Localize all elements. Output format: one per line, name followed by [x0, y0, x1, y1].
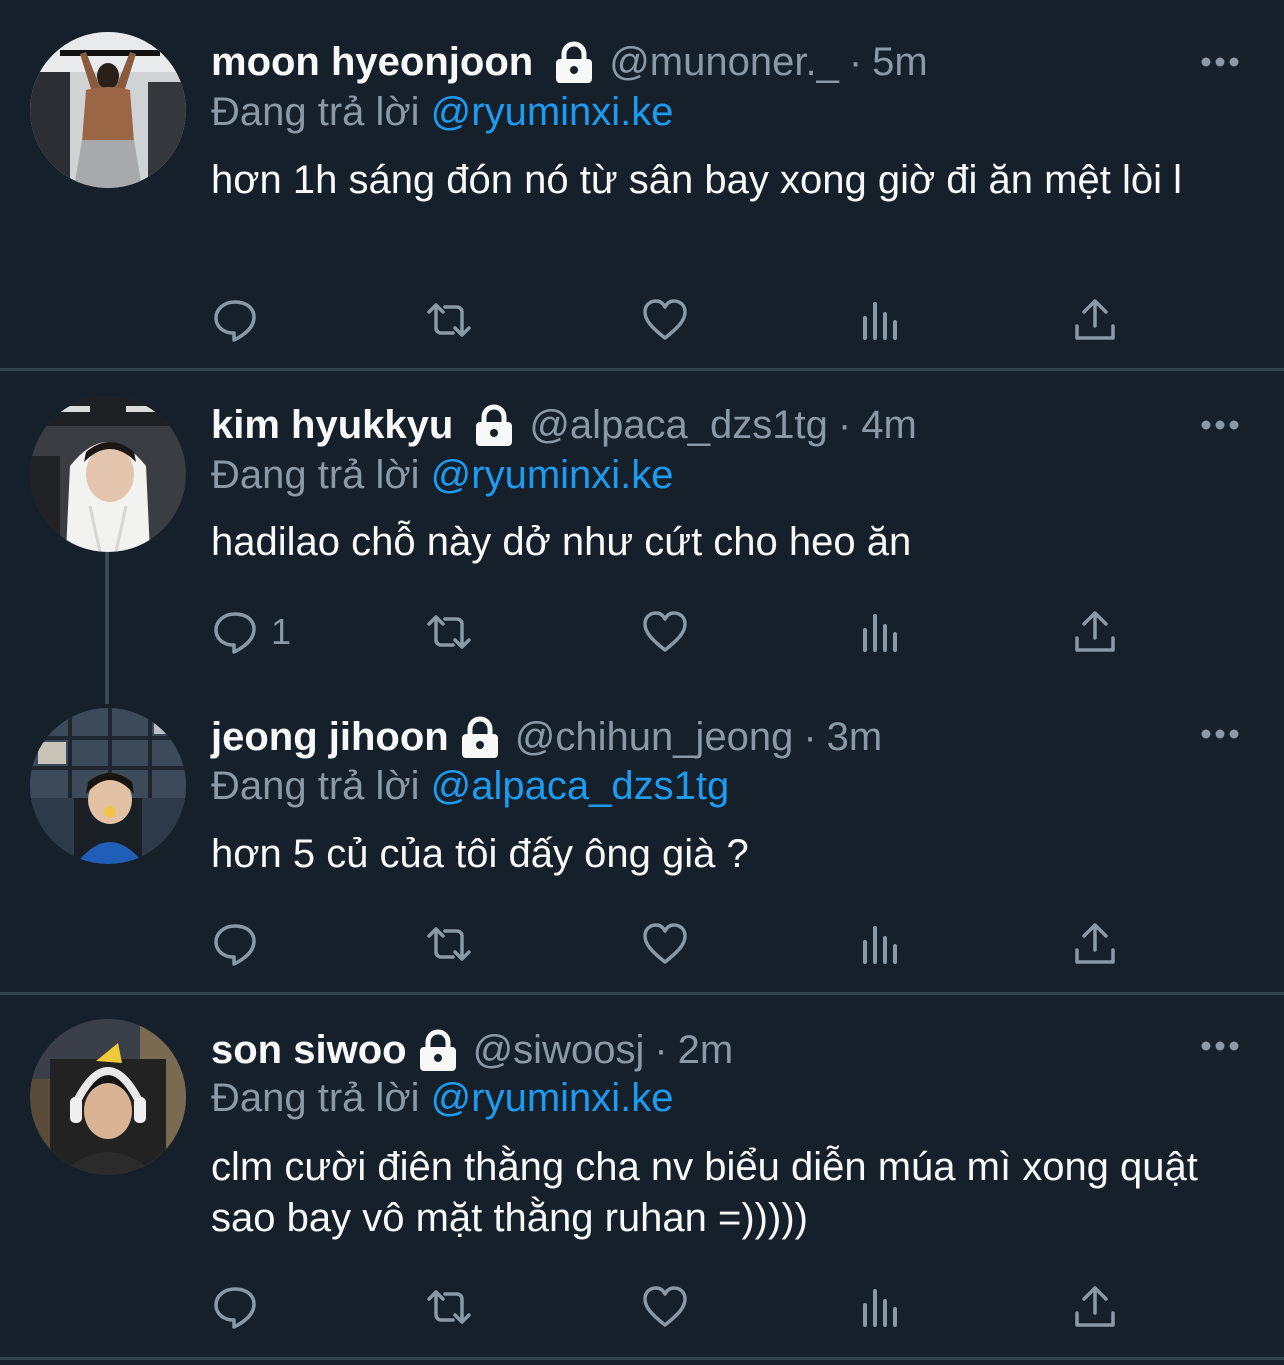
username[interactable]: @siwoosj: [473, 1028, 645, 1073]
timestamp[interactable]: 2m: [678, 1028, 734, 1073]
reply-icon: [214, 1287, 256, 1329]
share-icon: [1075, 923, 1115, 964]
reply-icon: [214, 612, 256, 654]
tweet-header: moon hyeonjoon @munoner._ · 5m: [211, 36, 928, 88]
mention-link[interactable]: @ryuminxi.ke: [431, 1076, 674, 1120]
separator: ·: [654, 1027, 668, 1072]
more-icon[interactable]: [1198, 415, 1242, 435]
action-bar: [211, 296, 1131, 344]
views-button[interactable]: [857, 296, 905, 344]
lock-icon: [459, 715, 501, 759]
retweet-button[interactable]: [425, 1283, 473, 1331]
views-button[interactable]: [857, 608, 905, 656]
retweet-icon: [427, 1290, 471, 1324]
tweet-1[interactable]: moon hyeonjoon @munoner._ · 5m Đang trả …: [0, 0, 1284, 368]
mention-link[interactable]: @ryuminxi.ke: [431, 453, 674, 497]
tweet-text: hơn 5 củ của tôi đấy ông già ?: [211, 832, 749, 876]
more-icon[interactable]: [1198, 52, 1242, 72]
tweet-header: kim hyukkyu @alpaca_dzs1tg · 4m: [211, 399, 917, 451]
tweet-text: clm cười điên thằng cha nv biểu diễn múa…: [211, 1145, 1198, 1240]
reply-icon: [214, 300, 256, 342]
like-icon: [643, 299, 687, 340]
display-name[interactable]: moon hyeonjoon: [211, 40, 533, 85]
like-button[interactable]: [641, 296, 689, 344]
tweet-2[interactable]: kim hyukkyu @alpaca_dzs1tg · 4m Đang trả…: [0, 371, 1284, 681]
mention-link[interactable]: @alpaca_dzs1tg: [431, 764, 730, 808]
like-button[interactable]: [641, 608, 689, 656]
retweet-button[interactable]: [425, 920, 473, 968]
tweet-header: son siwoo @siwoosj · 2m: [211, 1024, 733, 1076]
like-icon: [643, 1286, 687, 1327]
like-icon: [643, 923, 687, 964]
tweet-4[interactable]: son siwoo @siwoosj · 2m Đang trả lời @ry…: [0, 995, 1284, 1357]
like-icon: [643, 611, 687, 652]
reply-button[interactable]: 1: [211, 608, 291, 656]
views-button[interactable]: [857, 1283, 905, 1331]
lock-icon: [417, 1028, 459, 1072]
like-button[interactable]: [641, 920, 689, 968]
replying-to: Đang trả lời @ryuminxi.ke: [211, 1074, 674, 1122]
retweet-icon: [427, 303, 471, 337]
views-icon: [863, 926, 897, 964]
avatar[interactable]: [30, 1019, 186, 1175]
views-icon: [863, 1289, 897, 1327]
display-name[interactable]: son siwoo: [211, 1028, 407, 1073]
retweet-button[interactable]: [425, 296, 473, 344]
more-icon[interactable]: [1198, 724, 1242, 744]
username[interactable]: @chihun_jeong: [515, 715, 794, 760]
username[interactable]: @munoner._: [609, 40, 839, 85]
share-button[interactable]: [1071, 1283, 1119, 1331]
avatar[interactable]: [30, 708, 186, 864]
avatar[interactable]: [30, 396, 186, 552]
more-icon[interactable]: [1198, 1036, 1242, 1056]
action-bar: 1: [211, 608, 1131, 656]
share-button[interactable]: [1071, 920, 1119, 968]
reply-icon: [214, 924, 256, 966]
views-icon: [863, 614, 897, 652]
reply-button[interactable]: [211, 920, 271, 968]
like-button[interactable]: [641, 1283, 689, 1331]
avatar[interactable]: [30, 32, 186, 188]
tweet-header: jeong jihoon @chihun_jeong · 3m: [211, 711, 882, 763]
lock-icon: [473, 403, 515, 447]
action-bar: [211, 920, 1131, 968]
timestamp[interactable]: 3m: [827, 715, 883, 760]
replying-label: Đang trả lời: [211, 764, 420, 808]
share-button[interactable]: [1071, 296, 1119, 344]
mention-link[interactable]: @ryuminxi.ke: [431, 90, 674, 134]
timestamp[interactable]: 5m: [872, 40, 928, 85]
replying-label: Đang trả lời: [211, 1076, 420, 1120]
display-name[interactable]: jeong jihoon: [211, 715, 449, 760]
action-bar: [211, 1283, 1131, 1331]
replying-to: Đang trả lời @ryuminxi.ke: [211, 88, 674, 136]
retweet-button[interactable]: [425, 608, 473, 656]
tweet-text: hơn 1h sáng đón nó từ sân bay xong giờ đ…: [211, 158, 1182, 202]
reply-button[interactable]: [211, 296, 271, 344]
tweet-3[interactable]: jeong jihoon @chihun_jeong · 3m Đang trả…: [0, 681, 1284, 992]
separator: ·: [837, 402, 852, 447]
reply-count: 1: [271, 611, 292, 652]
views-icon: [863, 302, 897, 340]
display-name[interactable]: kim hyukkyu: [211, 403, 453, 448]
replying-to: Đang trả lời @alpaca_dzs1tg: [211, 762, 729, 810]
share-icon: [1075, 299, 1115, 340]
replying-to: Đang trả lời @ryuminxi.ke: [211, 451, 674, 499]
views-button[interactable]: [857, 920, 905, 968]
share-icon: [1075, 1286, 1115, 1327]
lock-icon: [553, 40, 595, 84]
tweet-text: hadilao chỗ này dở như cứt cho heo ăn: [211, 520, 912, 564]
replying-label: Đang trả lời: [211, 90, 420, 134]
timestamp[interactable]: 4m: [861, 403, 917, 448]
divider: [0, 1357, 1284, 1360]
username[interactable]: @alpaca_dzs1tg: [529, 403, 828, 448]
retweet-icon: [427, 615, 471, 649]
replying-label: Đang trả lời: [211, 453, 420, 497]
share-icon: [1075, 611, 1115, 652]
separator: ·: [848, 39, 863, 84]
retweet-icon: [427, 927, 471, 961]
reply-button[interactable]: [211, 1283, 271, 1331]
share-button[interactable]: [1071, 608, 1119, 656]
separator: ·: [803, 714, 817, 759]
